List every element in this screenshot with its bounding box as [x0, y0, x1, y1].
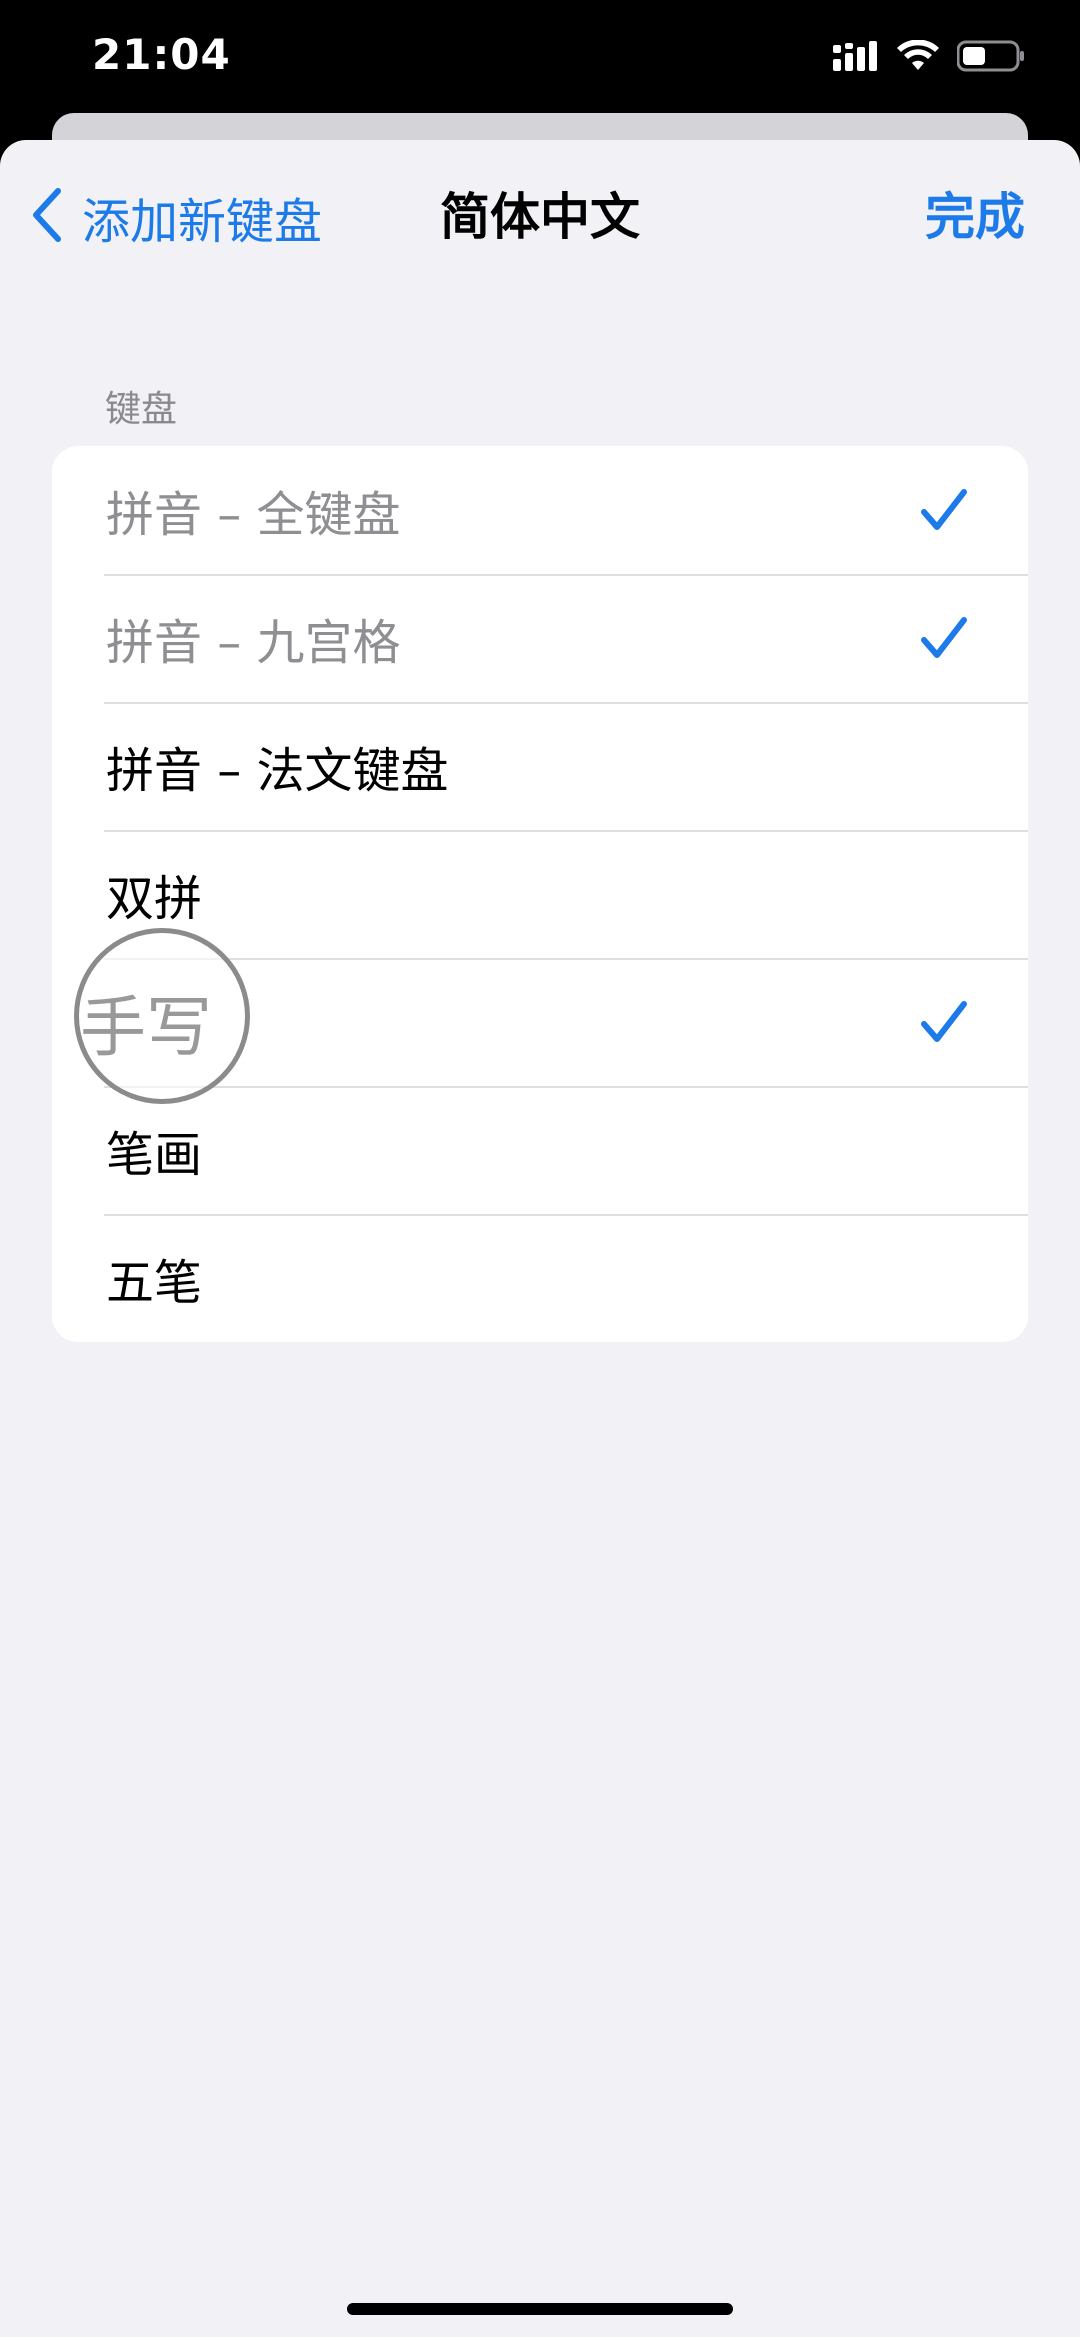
keyboard-label: 拼音 – 九宫格	[106, 615, 401, 671]
wifi-icon	[897, 39, 939, 76]
keyboard-row-wubi[interactable]: 五笔	[52, 1214, 1028, 1342]
keyboard-row-pinyin-qwerty[interactable]: 拼音 – 全键盘	[52, 446, 1028, 574]
navigation-bar: 添加新键盘 简体中文 完成	[0, 140, 1080, 290]
cellular-signal-icon	[833, 41, 879, 75]
keyboard-row-pinyin-10key[interactable]: 拼音 – 九宫格	[52, 574, 1028, 702]
keyboard-list: 拼音 – 全键盘 拼音 – 九宫格 拼音 – 法文键盘 双拼 手写 笔画 五笔	[52, 446, 1028, 1342]
screen: 21:04 添加新键盘 简体中文 完成 键盘 拼音 – 全键盘 拼音 – 九宫格…	[0, 0, 1080, 2337]
checkmark-icon	[920, 486, 968, 534]
status-icons	[833, 38, 1025, 78]
checkmark-icon	[920, 614, 968, 662]
keyboard-row-shuangpin[interactable]: 双拼	[52, 830, 1028, 958]
section-header: 键盘	[105, 389, 178, 430]
keyboard-label: 笔画	[106, 1127, 203, 1183]
checkmark-icon	[920, 998, 968, 1046]
keyboard-row-pinyin-azerty[interactable]: 拼音 – 法文键盘	[52, 702, 1028, 830]
keyboard-label: 手写	[80, 989, 212, 1066]
keyboard-row-stroke[interactable]: 笔画	[52, 1086, 1028, 1214]
keyboard-row-handwriting[interactable]: 手写	[52, 958, 1028, 1086]
settings-sheet: 添加新键盘 简体中文 完成 键盘 拼音 – 全键盘 拼音 – 九宫格 拼音 – …	[0, 140, 1080, 2337]
home-indicator[interactable]	[347, 2303, 733, 2315]
status-bar: 21:04	[0, 0, 1080, 115]
keyboard-label: 拼音 – 全键盘	[106, 487, 401, 543]
keyboard-label: 拼音 – 法文键盘	[106, 743, 449, 799]
status-time: 21:04	[92, 30, 231, 79]
keyboard-label: 双拼	[106, 871, 203, 927]
keyboard-label: 五笔	[106, 1255, 203, 1311]
battery-icon	[956, 40, 1025, 76]
done-button[interactable]: 完成	[925, 182, 1025, 252]
page-title: 简体中文	[440, 188, 640, 246]
